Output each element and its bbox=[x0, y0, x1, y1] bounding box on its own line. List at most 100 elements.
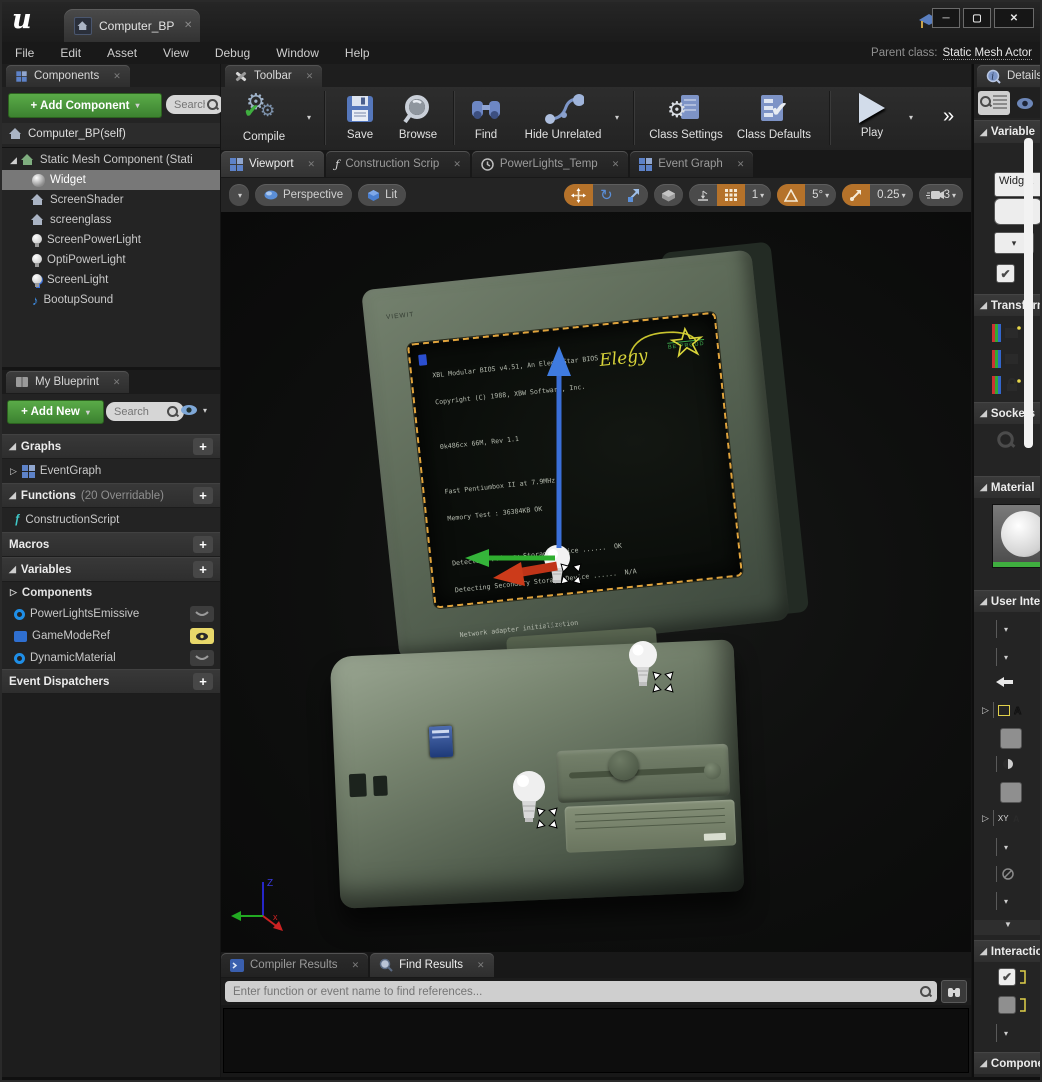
document-tab-computer-bp[interactable]: Computer_BP ✕ bbox=[64, 9, 200, 42]
tab-compiler-results[interactable]: Compiler Results ✕ bbox=[221, 953, 368, 977]
rotation-row[interactable] bbox=[992, 350, 1021, 368]
menu-debug[interactable]: Debug bbox=[202, 46, 263, 60]
add-function-button[interactable]: + bbox=[193, 487, 213, 504]
grid-snap-value-button[interactable]: 1▾ bbox=[745, 184, 771, 206]
component-row-screenglass[interactable]: screenglass bbox=[2, 210, 220, 230]
rotate-tool-button[interactable]: ↻ bbox=[593, 184, 620, 206]
ui-dropdown-row[interactable]: ▾ bbox=[996, 838, 1008, 856]
rotation-snap-toggle-button[interactable] bbox=[777, 184, 805, 206]
component-row-screenpowerlight[interactable]: ScreenPowerLight bbox=[2, 230, 220, 250]
eye-closed-icon[interactable] bbox=[190, 650, 214, 666]
gizmo-z-axis[interactable] bbox=[547, 346, 571, 548]
parent-class-link[interactable]: Static Mesh Actor bbox=[943, 47, 1032, 60]
component-row-optipowerlight[interactable]: OptiPowerLight bbox=[2, 250, 220, 270]
reset-to-default-icon[interactable] bbox=[1019, 970, 1027, 984]
variables-components-group[interactable]: ▷ Components bbox=[2, 582, 220, 603]
eye-open-icon[interactable] bbox=[190, 628, 214, 644]
components-tab-close-icon[interactable]: ✕ bbox=[113, 71, 121, 82]
world-local-toggle-button[interactable] bbox=[654, 184, 683, 206]
add-graph-button[interactable]: + bbox=[193, 438, 213, 455]
variable-name-field[interactable]: Widget bbox=[994, 172, 1042, 197]
expand-icon[interactable]: ◢ bbox=[10, 155, 17, 166]
find-results-list[interactable] bbox=[223, 1008, 969, 1073]
section-interaction[interactable]: ◢ Interaction bbox=[974, 940, 1042, 962]
menu-window[interactable]: Window bbox=[263, 46, 332, 60]
components-search-input[interactable] bbox=[172, 98, 207, 112]
ui-dropdown-row[interactable]: ▾ bbox=[996, 620, 1008, 638]
section-material[interactable]: ◢ Material bbox=[974, 476, 1042, 498]
ui-contrast-row[interactable] bbox=[996, 756, 1014, 772]
component-row-screenlight[interactable]: ScreenLight bbox=[2, 270, 220, 290]
hide-unrelated-dropdown-icon[interactable]: ▾ bbox=[615, 113, 619, 122]
tab-close-icon[interactable]: ✕ bbox=[737, 159, 745, 170]
component-self-row[interactable]: Computer_BP(self) bbox=[2, 123, 220, 144]
component-row-widget[interactable]: Widget bbox=[2, 170, 220, 190]
viewport-options-button[interactable]: ▾ bbox=[229, 184, 249, 206]
hide-unrelated-button[interactable]: Hide Unrelated bbox=[517, 93, 609, 141]
scale-row[interactable] bbox=[992, 376, 1021, 394]
ui-xy-expand-row[interactable]: ▷ XY A bbox=[982, 810, 1025, 826]
tab-close-icon[interactable]: ✕ bbox=[352, 960, 360, 971]
ui-expand-row[interactable]: ▷ A bbox=[982, 702, 1028, 718]
menu-view[interactable]: View bbox=[150, 46, 202, 60]
reset-to-default-icon[interactable] bbox=[1019, 998, 1027, 1012]
maximize-button[interactable]: ▢ bbox=[963, 8, 991, 28]
scale-snap-value-button[interactable]: 0.25▾ bbox=[870, 184, 912, 206]
tab-close-icon[interactable]: ✕ bbox=[477, 960, 485, 971]
scale-snap-toggle-button[interactable] bbox=[842, 184, 870, 206]
my-blueprint-tab[interactable]: My Blueprint ✕ bbox=[6, 371, 129, 393]
add-dispatcher-button[interactable]: + bbox=[193, 673, 213, 690]
class-settings-button[interactable]: ⚙ Class Settings bbox=[645, 93, 727, 141]
component-row-static-mesh[interactable]: ◢ Static Mesh Component (Stati bbox=[2, 150, 220, 170]
component-row-screenshader[interactable]: ScreenShader bbox=[2, 190, 220, 210]
grid-snap-toggle-button[interactable] bbox=[717, 184, 745, 206]
viewport-3d[interactable]: VIEWIT XBL Modular BIOS v4.51, An Elegy … bbox=[221, 212, 971, 952]
play-button[interactable]: Play bbox=[845, 93, 899, 139]
rotation-snap-value-button[interactable]: 5°▾ bbox=[805, 184, 836, 206]
menu-asset[interactable]: Asset bbox=[94, 46, 150, 60]
components-tab[interactable]: Components ✕ bbox=[6, 65, 130, 87]
tab-construction-script[interactable]: ƒ Construction Scrip ✕ bbox=[326, 151, 470, 177]
compile-button[interactable]: ⚙ ⚙ ✔ Compile bbox=[233, 93, 295, 143]
tab-close-icon[interactable]: ✕ bbox=[184, 20, 192, 31]
interaction-box-row[interactable] bbox=[998, 996, 1027, 1014]
section-components[interactable]: ◢ Components bbox=[974, 1052, 1042, 1074]
lit-mode-button[interactable]: Lit bbox=[358, 184, 406, 206]
details-scrollbar[interactable] bbox=[1024, 138, 1033, 448]
tab-powerlights-temp[interactable]: PowerLights_Temp ✕ bbox=[472, 151, 628, 177]
components-search[interactable] bbox=[166, 95, 224, 114]
location-row[interactable] bbox=[992, 324, 1021, 342]
functions-section-header[interactable]: ◢ Functions (20 Overridable) + bbox=[2, 483, 220, 508]
property-matrix-button[interactable] bbox=[978, 91, 1010, 115]
ui-dropdown-row[interactable]: ▾ bbox=[996, 648, 1008, 666]
material-thumbnail[interactable] bbox=[992, 504, 1042, 568]
tab-close-icon[interactable]: ✕ bbox=[612, 159, 620, 170]
play-options-dropdown-icon[interactable]: ▾ bbox=[909, 113, 913, 122]
my-blueprint-tab-close-icon[interactable]: ✕ bbox=[113, 377, 121, 388]
eventgraph-row[interactable]: ▷ EventGraph bbox=[2, 459, 220, 483]
variable-editable-checkbox[interactable]: ✔ bbox=[996, 264, 1015, 283]
ui-anchor-row[interactable] bbox=[996, 676, 1014, 688]
find-references-search[interactable] bbox=[225, 981, 937, 1002]
find-in-blueprints-button[interactable] bbox=[941, 980, 967, 1003]
find-button[interactable]: Find bbox=[461, 93, 511, 141]
toolbar-tab-close-icon[interactable]: ✕ bbox=[306, 71, 314, 82]
add-macro-button[interactable]: + bbox=[193, 536, 213, 553]
toolbar-overflow-button[interactable]: » bbox=[943, 105, 954, 128]
compile-options-dropdown-icon[interactable]: ▾ bbox=[307, 113, 311, 122]
tab-event-graph[interactable]: Event Graph ✕ bbox=[630, 151, 753, 177]
close-button[interactable]: ✕ bbox=[994, 8, 1034, 28]
surface-snap-button[interactable] bbox=[689, 184, 717, 206]
tab-close-icon[interactable]: ✕ bbox=[308, 159, 316, 170]
variables-section-header[interactable]: ◢ Variables + bbox=[2, 557, 220, 582]
add-new-button[interactable]: + Add New ▾ bbox=[7, 400, 104, 424]
component-row-bootupsound[interactable]: ♪ BootupSound bbox=[2, 290, 220, 310]
event-dispatchers-section-header[interactable]: Event Dispatchers + bbox=[2, 669, 220, 694]
minimize-button[interactable]: ─ bbox=[932, 8, 960, 28]
ui-color-swatch[interactable] bbox=[1000, 728, 1022, 749]
interaction-dropdown-row[interactable]: ▾ bbox=[996, 1024, 1008, 1042]
find-references-input[interactable] bbox=[231, 985, 920, 999]
section-expander[interactable]: ▼ bbox=[974, 920, 1042, 935]
eye-closed-icon[interactable] bbox=[190, 606, 214, 622]
browse-button[interactable]: Browse bbox=[389, 93, 447, 141]
